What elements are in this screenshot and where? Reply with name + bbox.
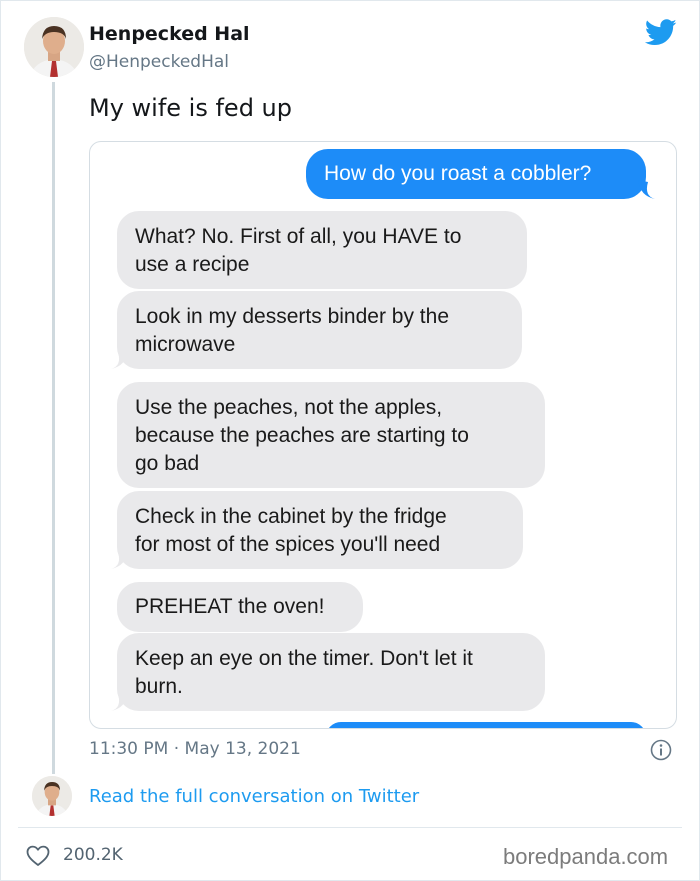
received-message-line: Keep an eye on the timer. Don't let it [135, 647, 473, 670]
received-message-bubble: PREHEAT the oven! [117, 582, 363, 632]
thread-connector [52, 82, 55, 774]
read-conversation-link[interactable]: Read the full conversation on Twitter [89, 786, 419, 807]
received-message-text: PREHEAT the oven! [135, 595, 325, 618]
received-message-bubble: Keep an eye on the timer. Don't let it b… [117, 633, 545, 711]
received-message-line: microwave [135, 333, 236, 356]
sent-message-bubble-partial [326, 722, 646, 728]
tweet-timestamp[interactable]: 11:30 PM · May 13, 2021 [89, 739, 301, 759]
author-avatar[interactable] [24, 17, 84, 77]
received-bubble-tail [111, 350, 128, 369]
sent-message-text: How do you roast a cobbler? [324, 162, 592, 185]
received-bubble-tail [111, 692, 128, 711]
info-icon[interactable] [650, 739, 672, 765]
received-message-bubble: Look in my desserts binder by the microw… [117, 291, 522, 369]
watermark: boredpanda.com [503, 844, 669, 869]
received-message-bubble: Use the peaches, not the apples, because… [117, 382, 545, 488]
author-avatar-small[interactable] [32, 776, 72, 816]
received-message-line: use a recipe [135, 253, 250, 276]
received-message-line: What? No. First of all, you HAVE to [135, 225, 462, 248]
twitter-bird-icon[interactable] [644, 19, 677, 50]
received-message-bubble: What? No. First of all, you HAVE to use … [117, 211, 527, 289]
tweet-text: My wife is fed up [89, 94, 293, 122]
sent-message-bubble: How do you roast a cobbler? [306, 149, 646, 199]
received-bubble-tail [111, 550, 128, 569]
received-message-line: for most of the spices you'll need [135, 533, 441, 556]
sent-bubble-tail [638, 180, 655, 199]
received-message-line: Check in the cabinet by the fridge [135, 505, 447, 528]
heart-icon[interactable] [26, 845, 50, 871]
received-message-bubble: Check in the cabinet by the fridge for m… [117, 491, 523, 569]
received-message-line: burn. [135, 675, 183, 698]
author-name[interactable]: Henpecked Hal [89, 23, 250, 45]
received-message-line: because the peaches are starting to [135, 424, 469, 447]
received-message-line: Look in my desserts binder by the [135, 305, 449, 328]
like-count[interactable]: 200.2K [63, 845, 123, 865]
conversation-screenshot[interactable]: How do you roast a cobbler? What? No. Fi… [89, 141, 677, 729]
author-handle[interactable]: @HenpeckedHal [89, 52, 229, 72]
received-message-line: Use the peaches, not the apples, [135, 396, 443, 419]
divider [18, 827, 682, 828]
received-message-line: go bad [135, 452, 200, 475]
